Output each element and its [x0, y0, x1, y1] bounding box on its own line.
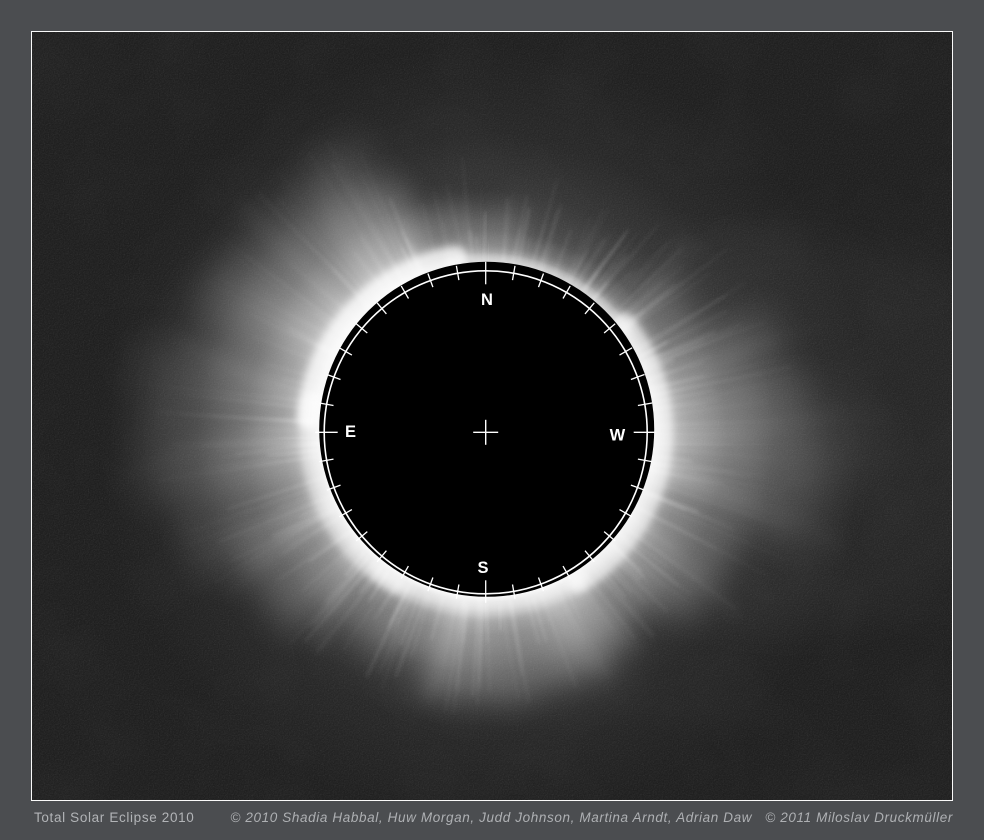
svg-text:N: N [481, 291, 493, 309]
svg-text:E: E [345, 423, 356, 441]
svg-text:W: W [610, 427, 626, 445]
svg-text:S: S [477, 559, 488, 577]
